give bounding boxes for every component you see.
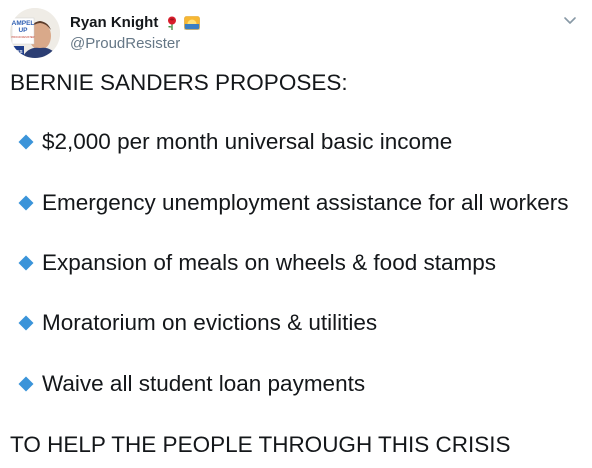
avatar-text-top: AMPEL [12, 20, 35, 27]
bullet-text: Emergency unemployment assistance for al… [42, 190, 569, 215]
bullet-text: Moratorium on evictions & utilities [42, 310, 378, 335]
bullet-item: Expansion of meals on wheels & food stam… [18, 249, 578, 277]
tweet-headline: BERNIE SANDERS PROPOSES: [10, 70, 348, 95]
bullet-item: Moratorium on evictions & utilities [18, 309, 578, 337]
blue-diamond-icon [18, 315, 34, 331]
avatar-image: AMPEL UP PROUD RESISTER RES [10, 8, 60, 58]
handle[interactable]: @ProudResister [70, 34, 200, 54]
blue-diamond-icon [18, 255, 34, 271]
tweet-card: AMPEL UP PROUD RESISTER RES Ryan Knight [0, 0, 592, 468]
avatar-text-side: RES [13, 49, 22, 54]
tweet-closing: TO HELP THE PEOPLE THROUGH THIS CRISIS [10, 432, 511, 457]
chevron-down-icon[interactable] [562, 12, 578, 28]
bullet-item: $2,000 per month universal basic income [18, 128, 578, 156]
bullet-text: Waive all student loan payments [42, 371, 366, 396]
blue-diamond-icon [18, 195, 34, 211]
avatar-text-mid: UP [18, 27, 28, 34]
bullet-text: Expansion of meals on wheels & food stam… [42, 250, 496, 275]
tweet-header: AMPEL UP PROUD RESISTER RES Ryan Knight [10, 8, 582, 60]
bullet-text: $2,000 per month universal basic income [42, 129, 453, 154]
name-row: Ryan Knight [70, 13, 201, 33]
display-name[interactable]: Ryan Knight [70, 13, 158, 33]
blue-diamond-icon [18, 134, 34, 150]
sunrise-emoji-icon [184, 15, 201, 31]
bullet-item: Emergency unemployment assistance for al… [18, 189, 578, 217]
bullet-item: Waive all student loan payments [18, 370, 578, 398]
rose-emoji-icon [164, 15, 180, 31]
blue-diamond-icon [18, 376, 34, 392]
avatar-text-small: PROUD RESISTER [11, 35, 34, 39]
avatar[interactable]: AMPEL UP PROUD RESISTER RES [10, 8, 60, 58]
author-info: Ryan Knight @ProudResister [70, 13, 201, 54]
